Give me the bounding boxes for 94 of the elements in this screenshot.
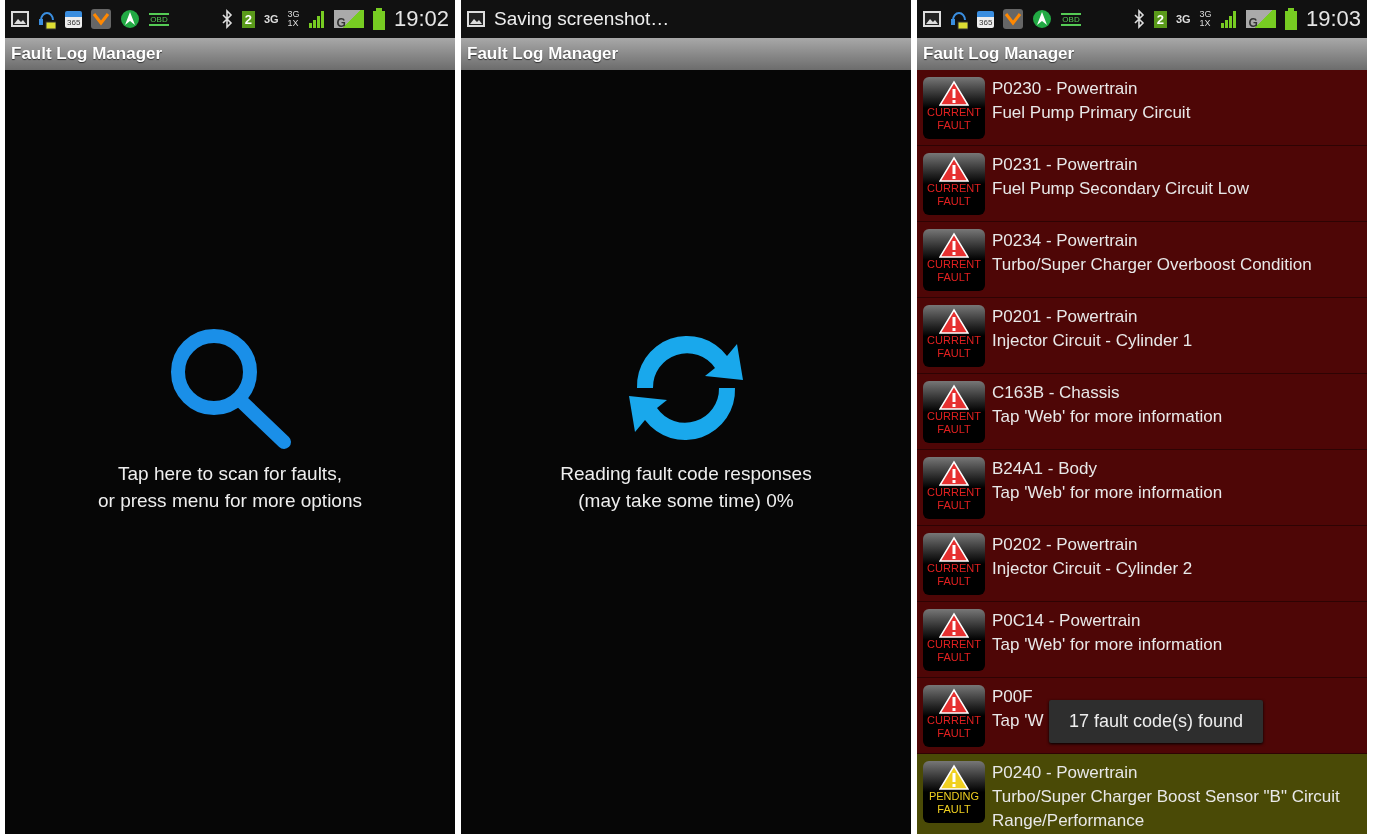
warning-icon [939, 308, 969, 334]
fault-description: Tap 'W [992, 710, 1044, 732]
network-type-label: 3G [1175, 13, 1191, 25]
signal-icon [308, 10, 325, 28]
clock-time: 19:02 [393, 6, 449, 32]
fault-code: P0C14 - Powertrain [992, 610, 1142, 632]
badge-label: PENDING [928, 790, 980, 803]
badge-label: CURRENT [927, 106, 981, 119]
battery-icon [1284, 8, 1297, 30]
fault-description: Tap 'Web' for more information [992, 634, 1223, 656]
badge-label: CURRENT [927, 182, 981, 195]
badge-label: CURRENT [927, 334, 981, 347]
warning-icon [939, 232, 969, 258]
fault-code: P0230 - Powertrain [992, 78, 1139, 100]
warning-icon [939, 156, 969, 182]
signal-indicator: G [333, 10, 364, 28]
badge-label: FAULT [937, 423, 971, 436]
warning-icon [939, 688, 969, 714]
network-type-label: 1X [287, 19, 300, 28]
badge-label: CURRENT [927, 486, 981, 499]
fault-code: P0231 - Powertrain [992, 154, 1139, 176]
fault-row[interactable]: PENDING FAULT P0240 - Powertrain Turbo/Super Charger Boost Sensor "B" Circuit Range/Performance [917, 754, 1367, 834]
fault-code: B24A1 - Body [992, 458, 1098, 480]
fault-description: Fuel Pump Primary Circuit [992, 102, 1191, 124]
battery-icon [372, 8, 385, 30]
warning-icon [939, 384, 969, 410]
signal-indicator: G [1245, 10, 1276, 28]
fault-row[interactable]: CURRENT FAULT B24A1 - Body Tap 'Web' for more information [917, 450, 1367, 526]
badge-label: FAULT [937, 727, 971, 740]
warning-icon [939, 764, 969, 790]
badge-label: CURRENT [927, 638, 981, 651]
notification-text: Saving screenshot… [494, 8, 670, 30]
fault-row[interactable]: CURRENT FAULT P0231 - Powertrain Fuel Pump Secondary Circuit Low [917, 146, 1367, 222]
fault-description: Turbo/Super Charger Overboost Condition [992, 254, 1312, 276]
app-title: Fault Log Manager [461, 38, 911, 70]
fault-description: Turbo/Super Charger Boost Sensor "B" Circuit Range/Performance [992, 786, 1341, 832]
badge-label: FAULT [937, 499, 971, 512]
badge-label: CURRENT [927, 714, 981, 727]
sim-badge: 2 [1153, 10, 1167, 28]
sim-badge: 2 [241, 10, 255, 28]
fault-code: P00F [992, 686, 1034, 708]
picture-icon [11, 11, 29, 27]
badge-label: FAULT [937, 119, 971, 132]
warning-icon [939, 612, 969, 638]
calendar-icon: 365 [977, 10, 995, 28]
status-message[interactable]: Tap here to scan for faults, or press menu for more options [98, 460, 362, 514]
app-title: Fault Log Manager [917, 38, 1367, 70]
scan-area[interactable]: Tap here to scan for faults, or press menu for more options [5, 70, 455, 834]
fault-description: Tap 'Web' for more information [992, 482, 1223, 504]
badge-label: CURRENT [927, 562, 981, 575]
fault-row[interactable]: CURRENT FAULT P0C14 - Powertrain Tap 'Web' for more information [917, 602, 1367, 678]
bluetooth-icon [220, 9, 233, 29]
clock-time: 19:03 [1305, 6, 1361, 32]
navigation-icon [120, 9, 141, 29]
fault-row[interactable]: CURRENT FAULT P0202 - Powertrain Injector Circuit - Cylinder 2 [917, 526, 1367, 602]
badge-label: FAULT [937, 195, 971, 208]
badge-label: FAULT [937, 803, 971, 816]
fault-description: Injector Circuit - Cylinder 1 [992, 330, 1193, 352]
bluetooth-icon [1132, 9, 1145, 29]
app-title: Fault Log Manager [5, 38, 455, 70]
fault-row[interactable]: CURRENT FAULT P0234 - Powertrain Turbo/Super Charger Overboost Condition [917, 222, 1367, 298]
network-type-label: 3G [287, 10, 300, 19]
fault-code: C163B - Chassis [992, 382, 1121, 404]
picture-icon [923, 11, 941, 27]
signal-icon [1220, 10, 1237, 28]
fault-row[interactable]: CURRENT FAULT C163B - Chassis Tap 'Web' for more information [917, 374, 1367, 450]
badge-label: CURRENT [927, 410, 981, 423]
fault-code: P0240 - Powertrain [992, 762, 1139, 784]
picture-icon [467, 11, 485, 27]
warning-icon [939, 536, 969, 562]
network-type-label: 1X [1199, 19, 1212, 28]
app-icon [91, 9, 112, 29]
warning-icon [939, 460, 969, 486]
navigation-icon [1032, 9, 1053, 29]
fault-code: P0202 - Powertrain [992, 534, 1139, 556]
toast-message: 17 fault code(s) found [1049, 700, 1264, 743]
app-icon [1003, 9, 1024, 29]
badge-label: FAULT [937, 347, 971, 360]
fault-description: Injector Circuit - Cylinder 2 [992, 558, 1193, 580]
fault-row[interactable]: CURRENT FAULT P0230 - Powertrain Fuel Pump Primary Circuit [917, 70, 1367, 146]
network-type-label: 3G [1199, 10, 1212, 19]
warning-icon [939, 80, 969, 106]
fault-code: P0201 - Powertrain [992, 306, 1139, 328]
fault-description: Tap 'Web' for more information [992, 406, 1223, 428]
fault-description: Fuel Pump Secondary Circuit Low [992, 178, 1249, 200]
fault-row[interactable]: CURRENT FAULT P0201 - Powertrain Injector Circuit - Cylinder 1 [917, 298, 1367, 374]
badge-label: FAULT [937, 271, 971, 284]
network-type-label: 3G [263, 13, 279, 25]
badge-label: FAULT [937, 651, 971, 664]
fault-code: P0234 - Powertrain [992, 230, 1139, 252]
badge-label: CURRENT [927, 258, 981, 271]
calendar-icon: 365 [65, 10, 83, 28]
badge-label: FAULT [937, 575, 971, 588]
status-message: Reading fault code responses (may take some time) 0% [560, 462, 812, 513]
